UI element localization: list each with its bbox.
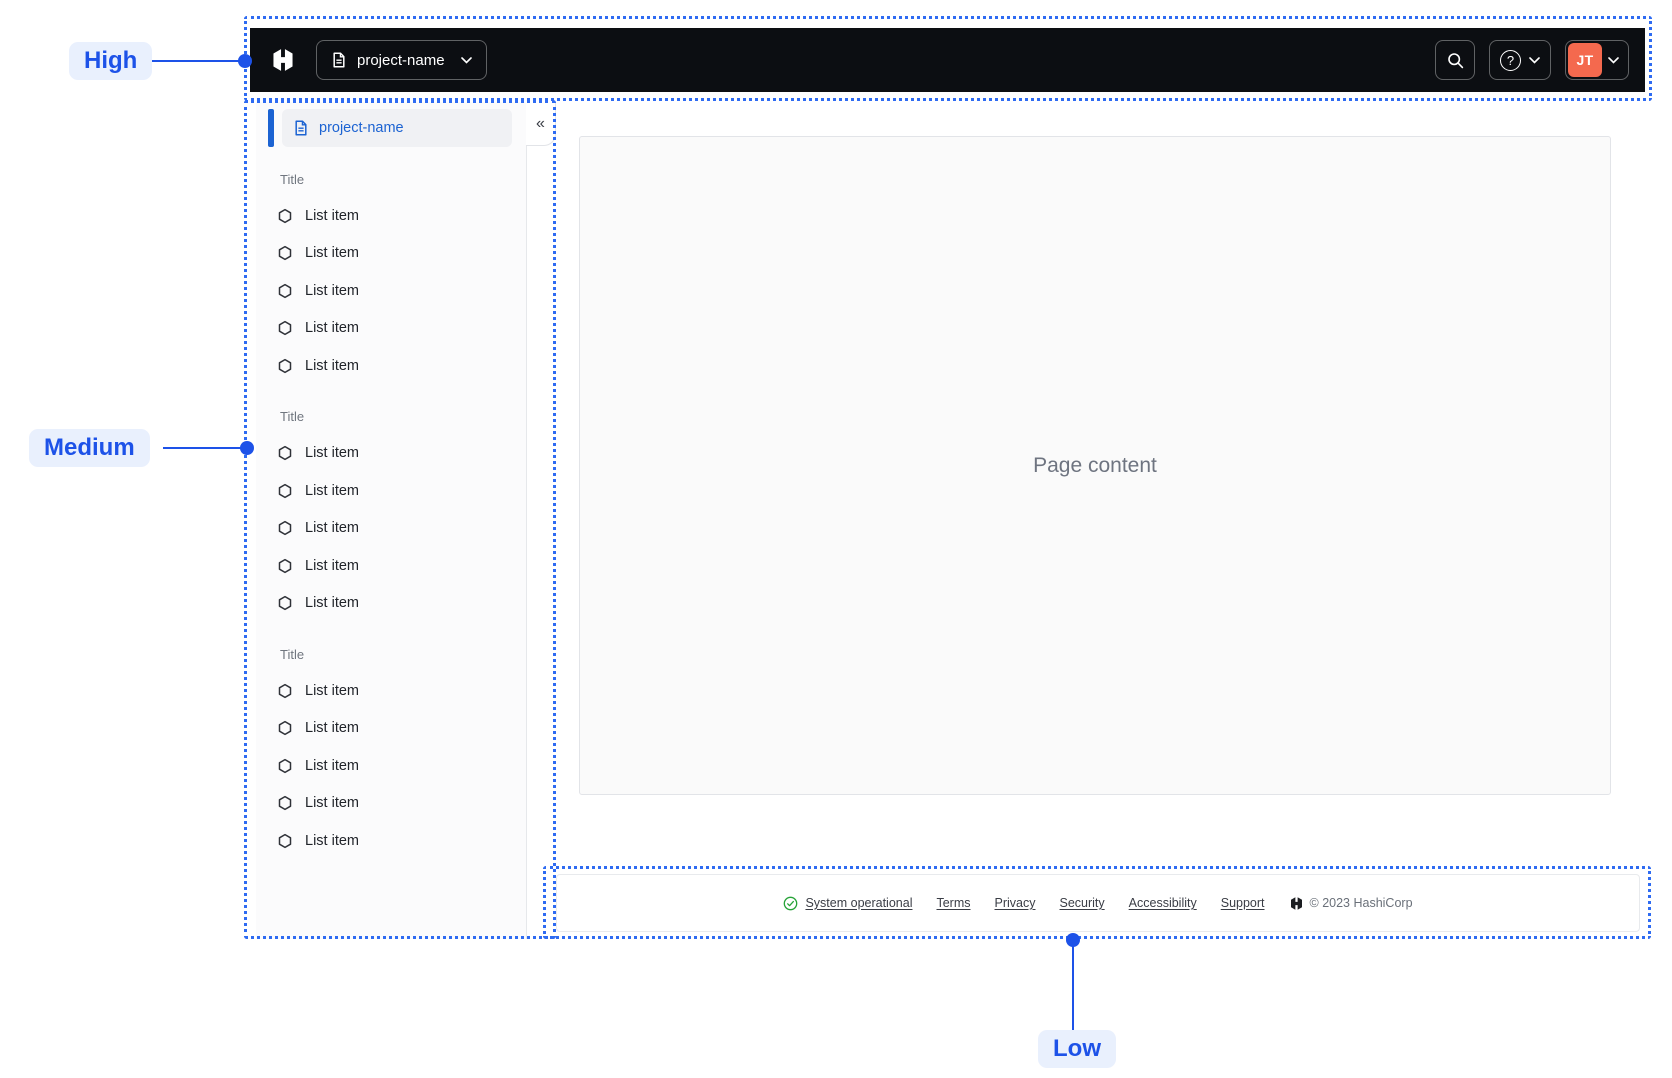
copyright: © 2023 HashiCorp	[1289, 896, 1413, 911]
list-item-label: List item	[305, 357, 359, 374]
list-item-label: List item	[305, 245, 359, 262]
hexagon-icon	[277, 358, 293, 374]
check-circle-icon	[783, 896, 798, 911]
search-button[interactable]	[1435, 40, 1475, 80]
sidebar-section-title: Title	[280, 171, 305, 187]
hexagon-icon	[277, 283, 293, 299]
annotation-dot-high	[238, 54, 252, 68]
search-icon	[1447, 52, 1464, 69]
annotation-label-high: High	[69, 42, 153, 80]
main-content-panel: Page content	[579, 136, 1611, 795]
annotation-connector-low	[1071, 940, 1074, 1030]
list-item-label: List item	[305, 320, 359, 337]
list-item-label: List item	[305, 832, 359, 849]
chevron-down-icon	[1529, 56, 1540, 64]
list-item-label: List item	[305, 557, 359, 574]
hexagon-icon	[277, 595, 293, 611]
annotation-dot-medium	[240, 441, 254, 455]
sidebar-list-item[interactable]: List item	[256, 510, 526, 548]
hexagon-icon	[277, 758, 293, 774]
list-item-label: List item	[305, 595, 359, 612]
copyright-text: © 2023 HashiCorp	[1309, 896, 1413, 910]
collapse-sidebar-button[interactable]: «	[526, 102, 556, 146]
hexagon-icon	[277, 245, 293, 261]
hexagon-icon	[277, 720, 293, 736]
sidebar-section: Title List item List item List item List…	[256, 407, 526, 623]
annotation-dot-low	[1066, 933, 1080, 947]
top-navbar: project-name ? JT	[250, 28, 1645, 92]
list-item-label: List item	[305, 795, 359, 812]
hexagon-icon	[277, 795, 293, 811]
sidebar-section: Title List item List item List item List…	[256, 644, 526, 860]
sidebar-list-item[interactable]: List item	[256, 547, 526, 585]
annotation-label-medium: Medium	[29, 429, 150, 467]
project-switcher-label: project-name	[357, 51, 445, 69]
help-menu-button[interactable]: ?	[1489, 40, 1551, 80]
help-icon: ?	[1500, 49, 1521, 71]
sidebar-list-item[interactable]: List item	[256, 747, 526, 785]
hexagon-icon	[277, 483, 293, 499]
sidebar-section-title: Title	[280, 409, 305, 424]
user-menu-button[interactable]: JT	[1565, 40, 1629, 80]
chevron-down-icon	[460, 56, 472, 64]
sidebar-list-item[interactable]: List item	[256, 585, 526, 623]
list-item-label: List item	[305, 207, 359, 224]
sidebar: project-name Title List item List item L…	[256, 102, 527, 939]
system-status: System operational	[783, 896, 912, 911]
active-item-indicator	[268, 109, 274, 147]
sidebar-list-item[interactable]: List item	[256, 347, 526, 385]
avatar: JT	[1568, 43, 1602, 77]
list-item-label: List item	[305, 720, 359, 737]
project-switcher-button[interactable]: project-name	[316, 40, 487, 80]
sidebar-list-item[interactable]: List item	[256, 822, 526, 860]
chevron-down-icon	[1608, 56, 1619, 64]
hexagon-icon	[277, 320, 293, 336]
list-item-label: List item	[305, 682, 359, 699]
hexagon-icon	[277, 445, 293, 461]
sidebar-list-item[interactable]: List item	[256, 710, 526, 748]
list-item-label: List item	[305, 520, 359, 537]
sidebar-list-item[interactable]: List item	[256, 235, 526, 273]
collapse-sidebar-icon: «	[536, 114, 545, 132]
hexagon-icon	[277, 558, 293, 574]
sidebar-list-item[interactable]: List item	[256, 672, 526, 710]
sidebar-section: Title List item List item List item List…	[256, 169, 526, 385]
status-link[interactable]: System operational	[805, 896, 912, 910]
annotation-connector-high	[152, 59, 245, 62]
list-item-label: List item	[305, 282, 359, 299]
sidebar-section-title: Title	[280, 646, 305, 662]
document-icon	[293, 120, 309, 136]
footer-link-terms[interactable]: Terms	[936, 896, 970, 910]
footer-link-security[interactable]: Security	[1060, 896, 1105, 910]
sidebar-list-item[interactable]: List item	[256, 197, 526, 235]
hexagon-icon	[277, 520, 293, 536]
page-content-placeholder: Page content	[1033, 453, 1157, 477]
hexagon-icon	[277, 683, 293, 699]
annotation-connector-medium	[163, 446, 247, 449]
list-item-label: List item	[305, 757, 359, 774]
page-canvas: project-name ? JT project-name Title Lis…	[0, 0, 1672, 1078]
sidebar-item-project-name[interactable]: project-name	[282, 109, 512, 147]
footer: System operational Terms Privacy Securit…	[556, 874, 1640, 932]
list-item-label: List item	[305, 482, 359, 499]
footer-link-privacy[interactable]: Privacy	[995, 896, 1036, 910]
sidebar-list-item[interactable]: List item	[256, 310, 526, 348]
footer-link-accessibility[interactable]: Accessibility	[1129, 896, 1197, 910]
document-icon	[331, 52, 347, 68]
sidebar-list-item[interactable]: List item	[256, 785, 526, 823]
sidebar-list-item[interactable]: List item	[256, 435, 526, 473]
footer-link-support[interactable]: Support	[1221, 896, 1265, 910]
sidebar-list-item[interactable]: List item	[256, 272, 526, 310]
sidebar-active-label: project-name	[319, 120, 404, 136]
hexagon-icon	[277, 208, 293, 224]
sidebar-list-item[interactable]: List item	[256, 472, 526, 510]
list-item-label: List item	[305, 445, 359, 462]
hexagon-icon	[277, 833, 293, 849]
hashicorp-logo-icon[interactable]	[266, 40, 300, 80]
annotation-label-low: Low	[1038, 1030, 1116, 1068]
hashicorp-logo-icon	[1289, 896, 1304, 911]
